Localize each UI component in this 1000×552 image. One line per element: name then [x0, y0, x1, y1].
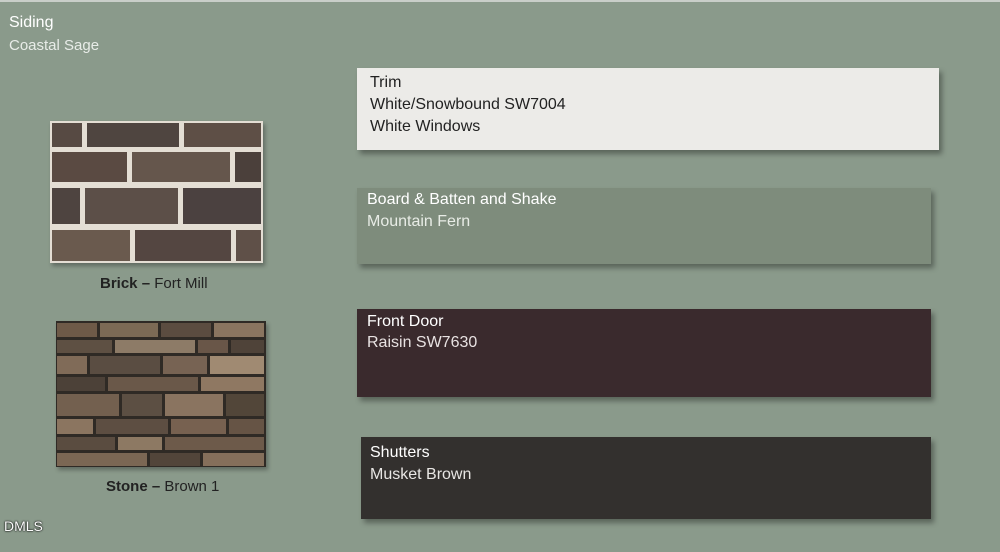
board-batten-swatch: Board & Batten and Shake Mountain Fern — [357, 188, 931, 264]
brick-name: Fort Mill — [154, 275, 208, 292]
trim-swatch: Trim White/Snowbound SW7004 White Window… — [357, 68, 939, 150]
board-batten-color: Mountain Fern — [367, 213, 471, 230]
front-door-color: Raisin SW7630 — [367, 334, 478, 351]
stone-caption: Stone – Brown 1 — [106, 478, 219, 495]
brick-label: Brick – — [100, 275, 151, 292]
front-door-title: Front Door — [367, 313, 444, 330]
shutters-swatch: Shutters Musket Brown — [361, 437, 931, 519]
trim-color: White/Snowbound SW7004 — [370, 96, 566, 113]
stone-label: Stone – — [106, 478, 161, 495]
siding-color: Coastal Sage — [9, 37, 100, 54]
trim-title: Trim — [370, 74, 402, 91]
siding-heading: Siding — [9, 14, 54, 31]
brick-texture-image — [50, 121, 263, 263]
trim-windows: White Windows — [370, 118, 481, 135]
board-batten-title: Board & Batten and Shake — [367, 191, 557, 208]
front-door-swatch: Front Door Raisin SW7630 — [357, 309, 931, 397]
top-border — [0, 0, 1000, 2]
shutters-title: Shutters — [370, 444, 430, 461]
watermark: DMLS — [4, 518, 43, 534]
brick-caption: Brick – Fort Mill — [100, 275, 208, 292]
stone-name: Brown 1 — [164, 478, 220, 495]
stone-texture-image — [56, 321, 266, 467]
shutters-color: Musket Brown — [370, 466, 472, 483]
